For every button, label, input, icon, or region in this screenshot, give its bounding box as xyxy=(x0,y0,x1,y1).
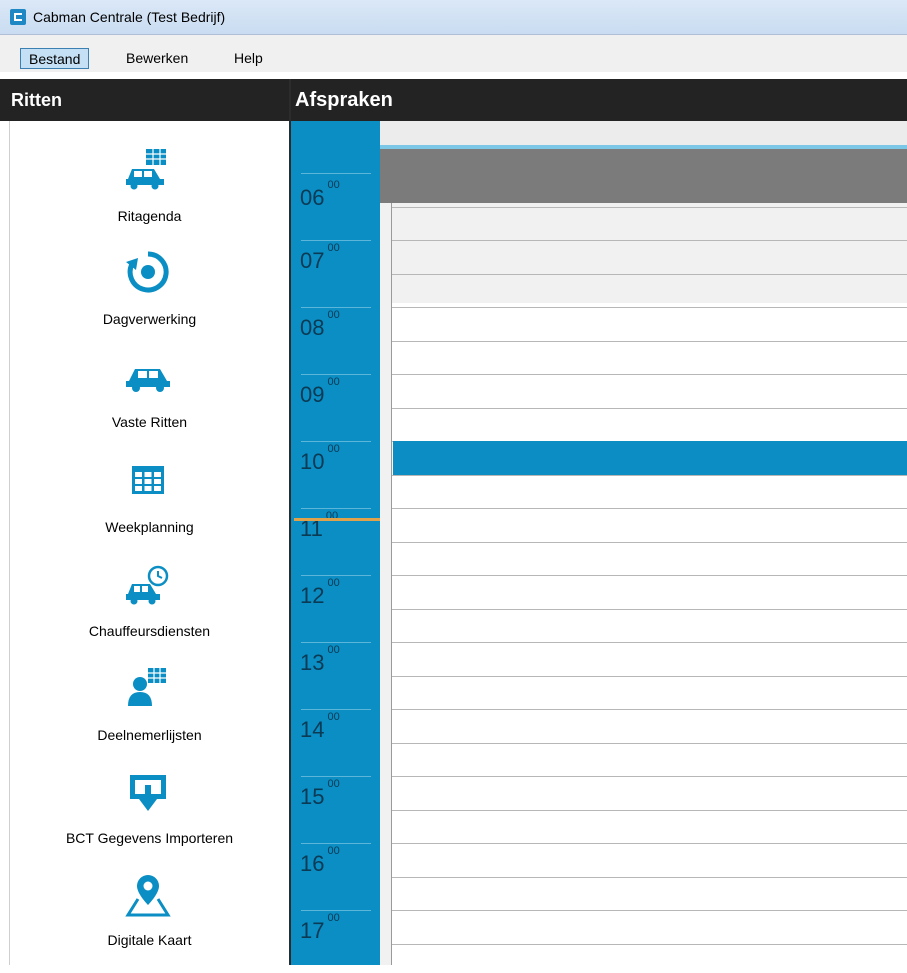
calendar-row-line xyxy=(392,709,907,710)
current-time-indicator xyxy=(294,517,380,521)
sidebar-item-ritagenda[interactable]: Ritagenda xyxy=(10,147,289,247)
sidebar-item-chauffeursdiensten[interactable]: Chauffeursdiensten xyxy=(10,562,289,662)
calendar-row-line xyxy=(392,408,907,409)
time-label-08: 0800 xyxy=(300,308,340,340)
time-label-16: 1600 xyxy=(300,844,340,876)
sidebar-item-label: BCT Gegevens Importeren xyxy=(65,830,234,846)
time-rule xyxy=(301,843,371,844)
map-pin-icon xyxy=(125,875,171,917)
calendar-row-line xyxy=(392,843,907,844)
calendar-row-line xyxy=(392,307,907,308)
time-column: 0600 0700 0800 0900 1000 1100 1200 1300 1400 1500… xyxy=(291,121,380,965)
calendar-row-line xyxy=(392,575,907,576)
car-icon xyxy=(126,369,170,392)
window-title: Cabman Centrale (Test Bedrijf) xyxy=(33,9,226,25)
app-icon xyxy=(10,9,26,25)
calendar-row-line xyxy=(392,240,907,241)
calendar-row-line xyxy=(392,274,907,275)
calendar-allday-area[interactable] xyxy=(380,149,907,203)
sidebar-item-vaste-ritten[interactable]: Vaste Ritten xyxy=(10,353,289,453)
calendar-day-divider xyxy=(391,203,392,965)
calendar-row-line xyxy=(392,910,907,911)
menu-bewerken[interactable]: Bewerken xyxy=(118,48,196,69)
time-label-07: 0700 xyxy=(300,241,340,273)
time-rule xyxy=(301,441,371,442)
grid-calendar-icon xyxy=(132,466,164,494)
time-label-09: 0900 xyxy=(300,375,340,407)
sidebar-item-label: Vaste Ritten xyxy=(111,414,188,430)
calendar-row-line xyxy=(392,207,907,208)
calendar-row-line xyxy=(392,642,907,643)
sidebar-item-label: Weekplanning xyxy=(105,519,194,535)
sidebar-item-label: Ritagenda xyxy=(117,208,182,224)
calendar-row-line xyxy=(392,743,907,744)
time-rule xyxy=(301,642,371,643)
sidebar-item-deelnemerlijsten[interactable]: Deelnemerlijsten xyxy=(10,666,289,766)
time-label-12: 1200 xyxy=(300,576,340,608)
sidebar-item-label: Chauffeursdiensten xyxy=(88,623,211,639)
calendar-working-hours xyxy=(392,303,907,965)
car-calendar-icon xyxy=(126,149,166,190)
sidebar-header: Ritten xyxy=(0,79,290,121)
sidebar-item-label: Dagverwerking xyxy=(102,311,197,327)
calendar-row-line xyxy=(392,776,907,777)
time-rule xyxy=(301,575,371,576)
time-rule xyxy=(301,307,371,308)
calendar-row-line xyxy=(392,609,907,610)
panel-splitter[interactable] xyxy=(289,79,291,965)
time-label-partial: 0600 xyxy=(300,178,340,210)
sidebar-item-label: Digitale Kaart xyxy=(107,932,192,948)
calendar-header: Afspraken xyxy=(290,79,907,121)
menubar: Bestand Bewerken Help xyxy=(0,44,907,72)
time-rule xyxy=(301,374,371,375)
time-label-13: 1300 xyxy=(300,643,340,675)
calendar-day-header xyxy=(380,121,907,145)
time-rule xyxy=(301,776,371,777)
sidebar-item-weekplanning[interactable]: Weekplanning xyxy=(10,458,289,558)
sidebar-item-digitale-kaart[interactable]: Digitale Kaart xyxy=(10,873,289,973)
time-label-17: 1700 xyxy=(300,911,340,943)
menu-help[interactable]: Help xyxy=(226,48,271,69)
calendar-row-line xyxy=(392,877,907,878)
time-rule xyxy=(301,709,371,710)
import-icon xyxy=(130,775,166,811)
time-rule xyxy=(301,240,371,241)
calendar-row-line xyxy=(392,508,907,509)
calendar-row-line xyxy=(392,944,907,945)
sidebar-item-label: Deelnemerlijsten xyxy=(97,727,202,743)
time-rule xyxy=(301,508,371,509)
time-rule xyxy=(301,173,371,174)
sidebar: Ritagenda Dagverwerking Vaste Ritten Wee… xyxy=(10,121,289,965)
menu-bestand[interactable]: Bestand xyxy=(20,48,90,69)
calendar-row-line xyxy=(392,374,907,375)
time-rule xyxy=(301,910,371,911)
calendar-row-line xyxy=(392,676,907,677)
sidebar-item-dagverwerking[interactable]: Dagverwerking xyxy=(10,250,289,350)
sidebar-item-bct-importeren[interactable]: BCT Gegevens Importeren xyxy=(10,771,289,871)
calendar-row-line xyxy=(392,542,907,543)
car-clock-icon xyxy=(126,565,169,605)
refresh-icon xyxy=(126,251,169,293)
menubar-spacer xyxy=(0,35,907,44)
calendar-row-line xyxy=(392,475,907,476)
time-label-14: 1400 xyxy=(300,710,340,742)
title-bar: Cabman Centrale (Test Bedrijf) xyxy=(0,0,907,35)
appointment-block[interactable] xyxy=(393,441,907,475)
calendar-row-line xyxy=(392,341,907,342)
time-label-10: 1000 xyxy=(300,442,340,474)
person-list-icon xyxy=(128,668,166,706)
time-label-15: 1500 xyxy=(300,777,340,809)
calendar-row-line xyxy=(392,810,907,811)
